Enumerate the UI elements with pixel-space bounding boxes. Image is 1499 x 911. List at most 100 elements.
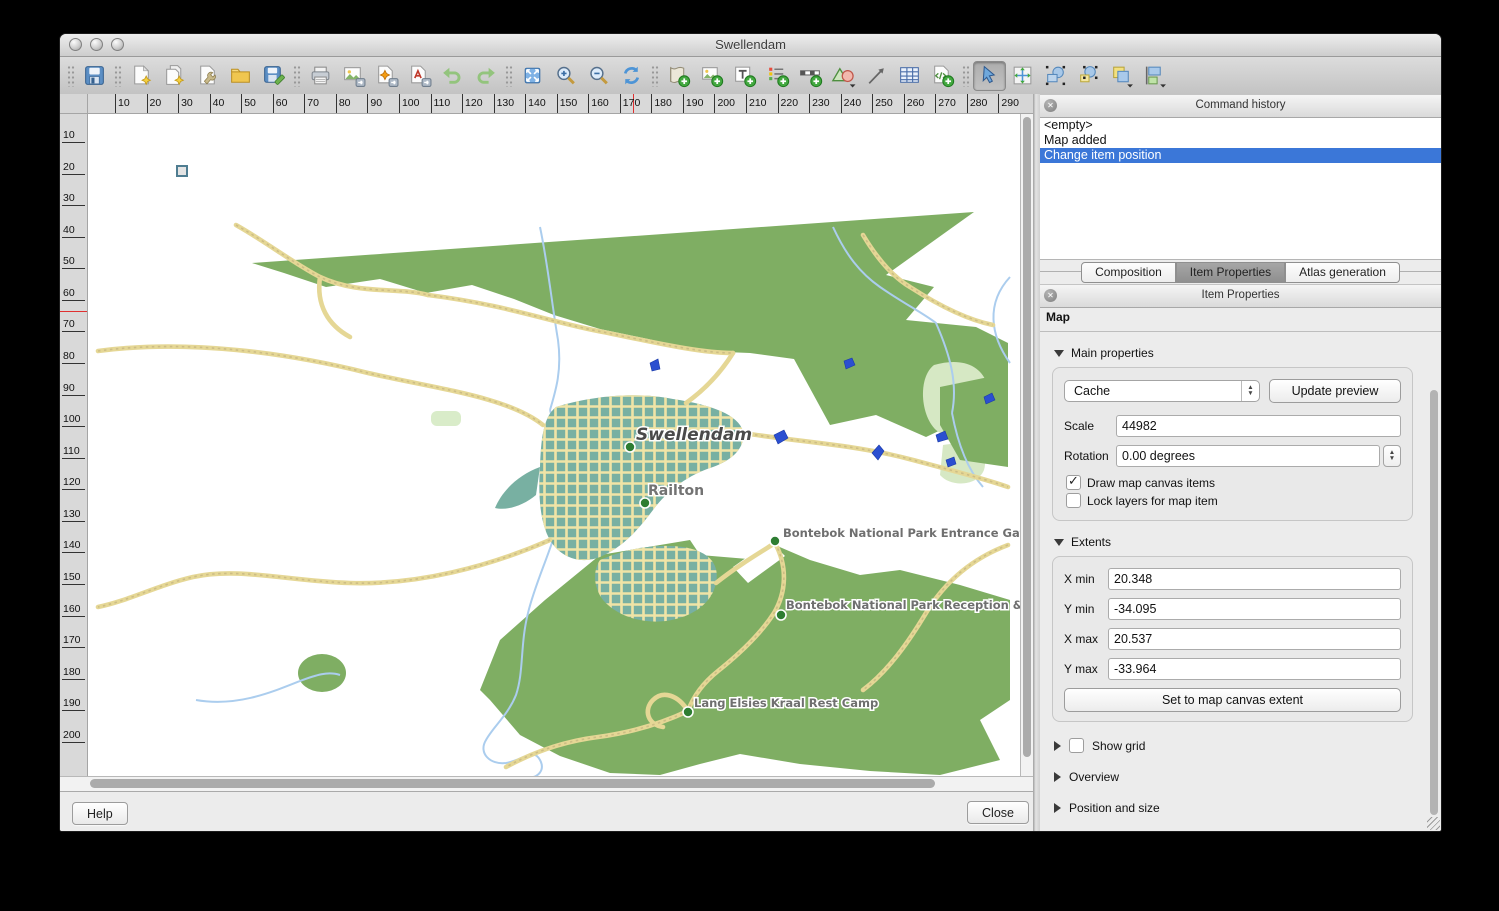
panel-scrollbar[interactable] — [1429, 358, 1439, 825]
rotation-input[interactable]: 0.00 degrees — [1116, 445, 1380, 467]
rotation-label: Rotation — [1064, 449, 1116, 463]
item-properties-body: Main properties Cache ▲▼ Update preview … — [1040, 332, 1441, 831]
composition-manager-icon — [195, 63, 220, 88]
command-history-item[interactable]: <empty> — [1040, 118, 1441, 133]
export-pdf-button[interactable] — [403, 61, 436, 91]
map-item[interactable]: Swellendam Railton Bontebok National Par… — [88, 114, 1020, 776]
ymax-input[interactable]: -33.964 — [1108, 658, 1401, 680]
main-properties-section-header[interactable]: Main properties — [1054, 346, 1415, 360]
add-image-button[interactable] — [695, 61, 728, 91]
toolbar-handle[interactable] — [67, 65, 75, 87]
add-html-frame-button[interactable] — [926, 61, 959, 91]
group-items-button[interactable] — [1039, 61, 1072, 91]
lock-layers-checkbox[interactable] — [1066, 493, 1081, 508]
ymax-label: Y max — [1064, 662, 1108, 676]
show-grid-section[interactable]: Show grid — [1054, 738, 1415, 753]
overview-section[interactable]: Overview — [1054, 770, 1415, 784]
zoom-full-button[interactable] — [516, 61, 549, 91]
draw-map-canvas-items-checkbox[interactable] — [1066, 475, 1081, 490]
tab-composition[interactable]: Composition — [1081, 262, 1176, 283]
xmin-label: X min — [1064, 572, 1108, 586]
select-move-item-button[interactable] — [973, 61, 1006, 91]
zoom-out-button[interactable] — [582, 61, 615, 91]
undo-button[interactable] — [436, 61, 469, 91]
xmin-input[interactable]: 20.348 — [1108, 568, 1401, 590]
move-item-content-button[interactable] — [1006, 61, 1039, 91]
composition-manager-button[interactable] — [191, 61, 224, 91]
close-dock-icon[interactable] — [1044, 99, 1057, 112]
redo-button[interactable] — [469, 61, 502, 91]
canvas-horizontal-scrollbar[interactable] — [60, 776, 1033, 791]
xmax-input[interactable]: 20.537 — [1108, 628, 1401, 650]
ymin-input[interactable]: -34.095 — [1108, 598, 1401, 620]
save-project-button[interactable] — [78, 61, 111, 91]
toolbar-handle[interactable] — [962, 65, 970, 87]
draw-map-canvas-items-row[interactable]: Draw map canvas items — [1066, 475, 1401, 490]
update-preview-button[interactable]: Update preview — [1269, 379, 1401, 403]
toolbar-handle[interactable] — [293, 65, 301, 87]
dock-tabbar: CompositionItem PropertiesAtlas generati… — [1040, 260, 1441, 284]
print-button[interactable] — [304, 61, 337, 91]
composition-page[interactable]: Swellendam Railton Bontebok National Par… — [88, 114, 1020, 776]
load-template-button[interactable] — [224, 61, 257, 91]
add-arrow-button[interactable] — [860, 61, 893, 91]
add-label-button[interactable] — [728, 61, 761, 91]
export-image-button[interactable] — [337, 61, 370, 91]
extents-group: X min 20.348 Y min -34.095 X max 20.537 … — [1052, 556, 1413, 722]
set-to-map-canvas-extent-button[interactable]: Set to map canvas extent — [1064, 688, 1401, 712]
small-item-rectangle[interactable] — [176, 165, 188, 177]
toolbar-handle[interactable] — [505, 65, 513, 87]
cache-mode-select[interactable]: Cache ▲▼ — [1064, 380, 1260, 402]
expand-triangle-icon[interactable] — [1054, 803, 1061, 813]
expand-triangle-icon[interactable] — [1054, 772, 1061, 782]
align-items-button[interactable] — [1138, 61, 1171, 91]
rotation-spinner[interactable]: ▲▼ — [1383, 445, 1401, 467]
vertical-ruler: 1020304050607080901001101201301401501601… — [60, 114, 88, 776]
command-history-header: Command history — [1040, 94, 1441, 118]
raise-lower-items-button[interactable] — [1105, 61, 1138, 91]
toolbar-handle[interactable] — [651, 65, 659, 87]
add-legend-button[interactable] — [761, 61, 794, 91]
ungroup-items-button[interactable] — [1072, 61, 1105, 91]
refresh-view-button[interactable] — [615, 61, 648, 91]
command-history-item[interactable]: Map added — [1040, 133, 1441, 148]
tab-atlas-generation[interactable]: Atlas generation — [1285, 262, 1400, 283]
xmax-label: X max — [1064, 632, 1108, 646]
close-dock-icon[interactable] — [1044, 289, 1057, 302]
extents-section-header[interactable]: Extents — [1054, 535, 1415, 549]
save-as-template-button[interactable] — [257, 61, 290, 91]
zoom-in-button[interactable] — [549, 61, 582, 91]
command-history-item[interactable]: Change item position — [1040, 148, 1441, 163]
tab-item-properties[interactable]: Item Properties — [1176, 262, 1285, 283]
collapse-triangle-icon[interactable] — [1054, 539, 1064, 546]
ruler-corner — [60, 94, 88, 114]
dock-splitter[interactable] — [1033, 94, 1040, 831]
add-shape-button[interactable] — [827, 61, 860, 91]
position-and-size-section[interactable]: Position and size — [1054, 801, 1415, 815]
add-attribute-table-button[interactable] — [893, 61, 926, 91]
lock-layers-row[interactable]: Lock layers for map item — [1066, 493, 1401, 508]
close-button[interactable]: Close — [967, 801, 1029, 824]
add-new-map-button[interactable] — [662, 61, 695, 91]
collapse-triangle-icon[interactable] — [1054, 350, 1064, 357]
help-button[interactable]: Help — [72, 802, 128, 825]
zoom-full-icon — [520, 63, 545, 88]
map-label-camp: Lang Elsies Kraal Rest Camp — [694, 696, 878, 710]
canvas-vertical-scrollbar[interactable] — [1020, 114, 1033, 776]
toolbar-handle[interactable] — [114, 65, 122, 87]
duplicate-composition-button[interactable] — [158, 61, 191, 91]
window-resize-grip[interactable] — [1427, 817, 1440, 830]
add-label-icon — [732, 63, 757, 88]
ymin-label: Y min — [1064, 602, 1108, 616]
window-title: Swellendam — [60, 37, 1441, 52]
undo-icon — [440, 63, 465, 88]
new-composition-button[interactable] — [125, 61, 158, 91]
add-html-icon — [930, 63, 955, 88]
scale-input[interactable]: 44982 — [1116, 415, 1401, 437]
show-grid-checkbox[interactable] — [1069, 738, 1084, 753]
add-scalebar-button[interactable] — [794, 61, 827, 91]
print-icon — [308, 63, 333, 88]
move-content-icon — [1010, 63, 1035, 88]
export-svg-button[interactable] — [370, 61, 403, 91]
expand-triangle-icon[interactable] — [1054, 741, 1061, 751]
